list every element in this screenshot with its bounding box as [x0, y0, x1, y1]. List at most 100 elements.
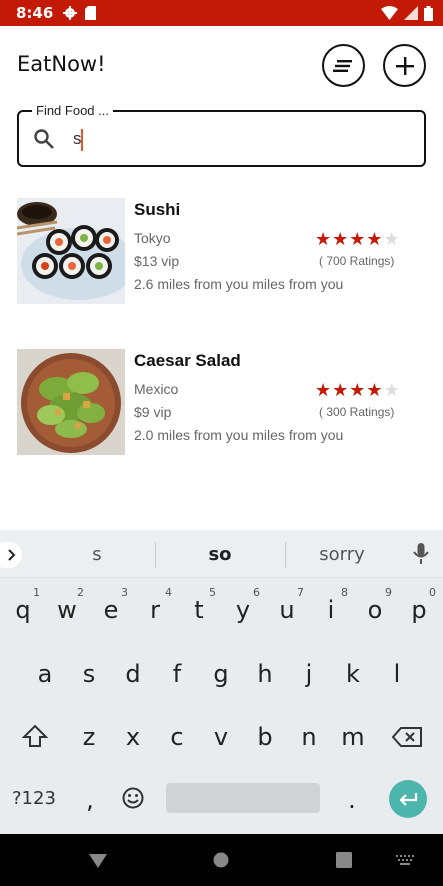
key-hint-0: 0	[429, 586, 436, 599]
star-filled-icon: ★	[332, 380, 349, 400]
key-z[interactable]: z	[69, 723, 109, 751]
sd-card-icon	[85, 6, 97, 20]
key-d[interactable]: d	[113, 660, 153, 688]
star-empty-icon: ★	[383, 380, 400, 400]
signal-icon	[404, 6, 418, 20]
food-distance: 2.0 miles from you miles from you	[134, 427, 344, 443]
app-title: EatNow!	[17, 52, 106, 76]
search-field[interactable]: Find Food ...	[17, 103, 426, 167]
key-r[interactable]: r	[135, 596, 175, 624]
star-filled-icon: ★	[366, 380, 383, 400]
ratings-count: ( 300 Ratings)	[319, 405, 395, 419]
battery-icon	[424, 5, 433, 21]
key-hint-7: 7	[297, 586, 304, 599]
search-icon	[34, 129, 54, 149]
add-button[interactable]	[383, 44, 426, 87]
wifi-icon	[381, 6, 398, 20]
suggestion-bar: s so sorry	[0, 530, 443, 578]
period-key[interactable]: .	[332, 786, 372, 814]
star-filled-icon: ★	[315, 380, 332, 400]
key-hint-1: 1	[33, 586, 40, 599]
key-l[interactable]: l	[377, 660, 417, 688]
keyboard-switch-icon[interactable]	[396, 855, 414, 865]
star-rating: ★ ★ ★ ★ ★	[315, 381, 400, 399]
key-v[interactable]: v	[201, 723, 241, 751]
chevron-right-icon	[8, 549, 16, 561]
key-q[interactable]: q	[3, 596, 43, 624]
food-origin: Tokyo	[134, 230, 171, 246]
enter-key[interactable]	[389, 780, 427, 818]
key-k[interactable]: k	[333, 660, 373, 688]
expand-suggestions-button[interactable]	[0, 542, 22, 568]
key-g[interactable]: g	[201, 660, 241, 688]
key-hint-3: 3	[121, 586, 128, 599]
sort-lines-icon	[332, 59, 352, 72]
food-price: $13 vip	[134, 253, 180, 269]
key-n[interactable]: n	[289, 723, 329, 751]
comma-key[interactable]: ,	[70, 786, 110, 814]
ratings-count: ( 700 Ratings)	[319, 254, 395, 268]
key-p[interactable]: p	[399, 596, 439, 624]
star-filled-icon: ★	[349, 380, 366, 400]
key-u[interactable]: u	[267, 596, 307, 624]
sort-button[interactable]	[322, 44, 365, 87]
caesar-salad-image	[17, 349, 125, 455]
food-item-sushi[interactable]: Sushi Tokyo $13 vip 2.6 miles from you m…	[17, 198, 407, 304]
key-o[interactable]: o	[355, 596, 395, 624]
shift-icon[interactable]	[22, 724, 48, 748]
star-filled-icon: ★	[349, 229, 366, 249]
star-filled-icon: ★	[332, 229, 349, 249]
star-filled-icon: ★	[366, 229, 383, 249]
key-c[interactable]: c	[157, 723, 197, 751]
key-j[interactable]: j	[289, 660, 329, 688]
food-name: Caesar Salad	[134, 351, 241, 370]
navigation-bar	[0, 834, 443, 886]
key-m[interactable]: m	[333, 723, 373, 751]
key-e[interactable]: e	[91, 596, 131, 624]
food-price: $9 vip	[134, 404, 172, 420]
text-caret	[81, 129, 83, 151]
key-y[interactable]: y	[223, 596, 263, 624]
emoji-icon[interactable]	[122, 787, 144, 809]
backspace-icon[interactable]	[392, 727, 422, 747]
key-h[interactable]: h	[245, 660, 285, 688]
key-i[interactable]: i	[311, 596, 351, 624]
home-nav-icon[interactable]	[213, 852, 229, 868]
settings-icon	[63, 6, 78, 20]
back-nav-icon[interactable]	[89, 854, 107, 868]
key-s[interactable]: s	[69, 660, 109, 688]
food-origin: Mexico	[134, 381, 179, 397]
recents-nav-icon[interactable]	[336, 852, 352, 868]
star-empty-icon: ★	[383, 229, 400, 249]
key-hint-8: 8	[341, 586, 348, 599]
key-x[interactable]: x	[113, 723, 153, 751]
food-name: Sushi	[134, 200, 181, 219]
microphone-icon[interactable]	[413, 543, 429, 565]
screen: 8:46 EatNow! Find Food ... s Sushi Tokyo…	[0, 0, 443, 886]
status-time: 8:46	[16, 4, 54, 22]
soft-keyboard: s so sorry q1w2e3r4t5y6u7i8o9p0 asdfghjk…	[0, 530, 443, 834]
plus-icon	[395, 56, 414, 75]
sushi-image	[17, 198, 125, 304]
enter-arrow-icon	[399, 793, 418, 806]
suggestion-1[interactable]: s	[37, 544, 157, 565]
food-distance: 2.6 miles from you miles from you	[134, 276, 344, 292]
key-w[interactable]: w	[47, 596, 87, 624]
search-input[interactable]	[73, 126, 403, 152]
symbols-key[interactable]: ?123	[12, 788, 56, 809]
key-b[interactable]: b	[245, 723, 285, 751]
key-hint-4: 4	[165, 586, 172, 599]
suggestion-2[interactable]: so	[160, 544, 280, 565]
key-hint-2: 2	[77, 586, 84, 599]
key-hint-9: 9	[385, 586, 392, 599]
star-rating: ★ ★ ★ ★ ★	[315, 230, 400, 248]
key-t[interactable]: t	[179, 596, 219, 624]
space-key[interactable]	[166, 783, 320, 813]
search-legend: Find Food ...	[32, 103, 113, 118]
key-a[interactable]: a	[25, 660, 65, 688]
suggestion-3[interactable]: sorry	[282, 544, 402, 565]
suggestion-divider	[155, 542, 156, 568]
key-f[interactable]: f	[157, 660, 197, 688]
key-hint-6: 6	[253, 586, 260, 599]
food-item-caesar-salad[interactable]: Caesar Salad Mexico $9 vip 2.0 miles fro…	[17, 349, 407, 455]
